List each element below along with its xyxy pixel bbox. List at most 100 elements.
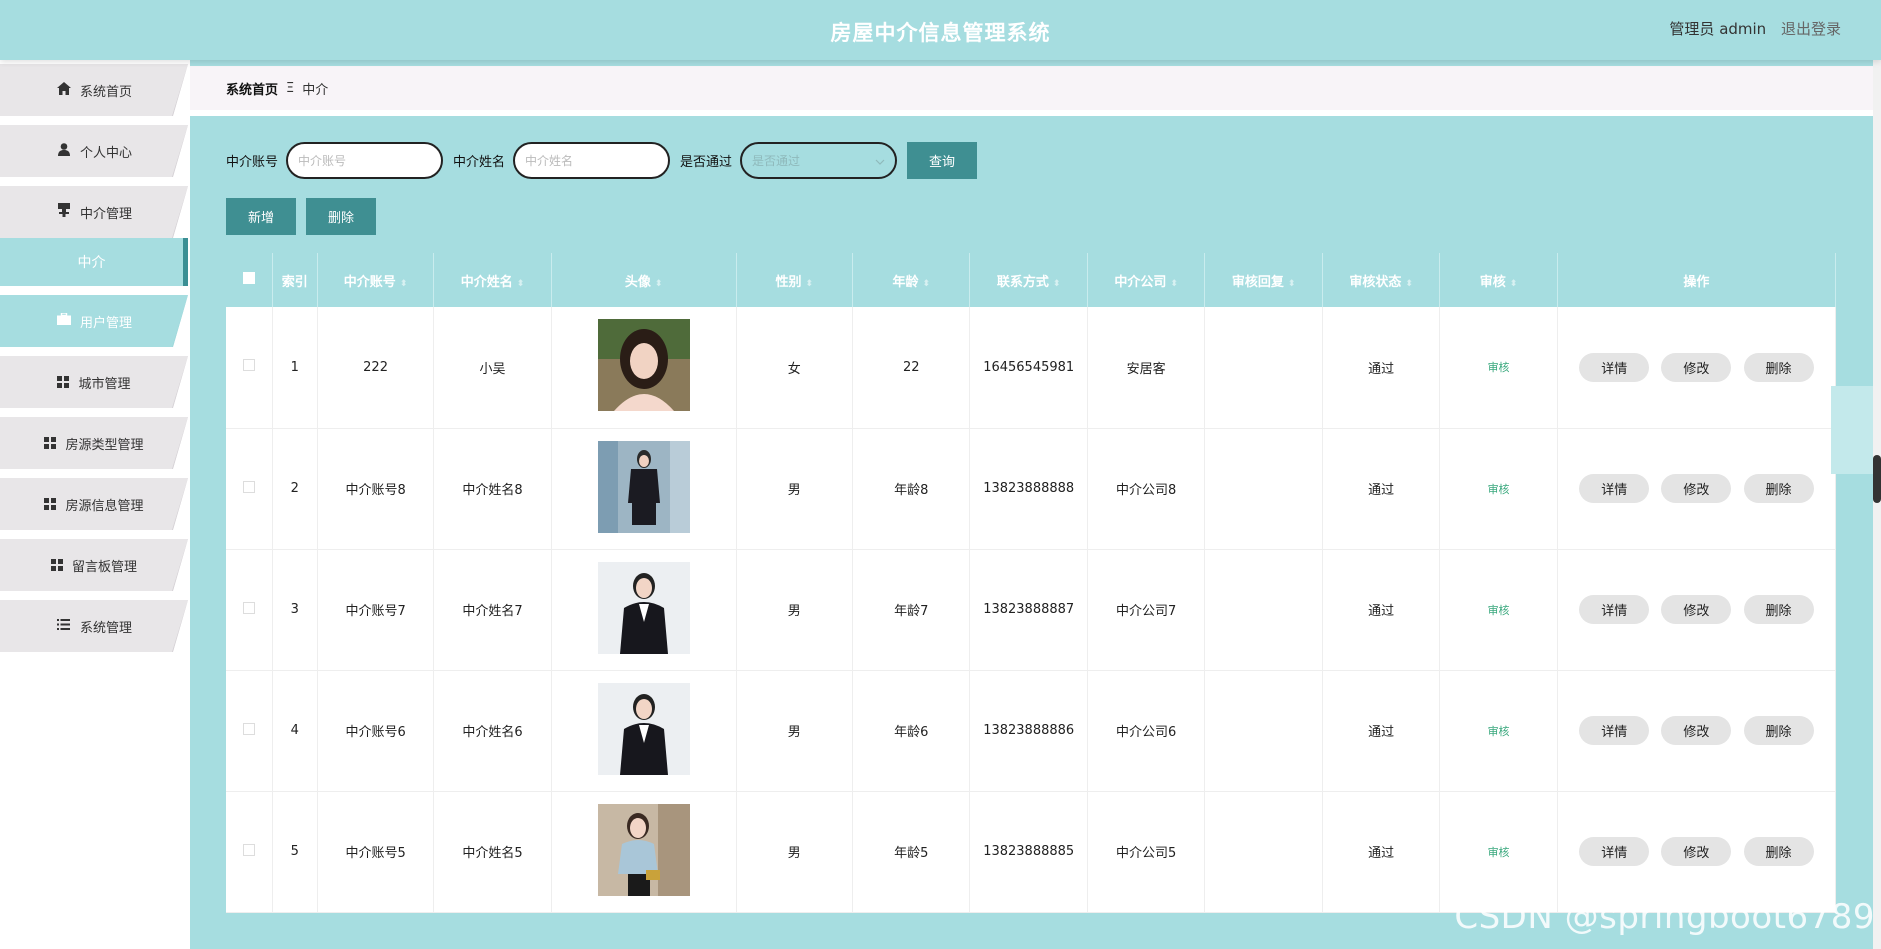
row-select-cell[interactable] bbox=[226, 549, 273, 671]
row-checkbox[interactable] bbox=[242, 601, 255, 614]
account-search-input[interactable] bbox=[286, 142, 444, 179]
row-checkbox[interactable] bbox=[242, 843, 255, 856]
select-all-checkbox[interactable] bbox=[242, 272, 255, 284]
row-checkbox[interactable] bbox=[242, 480, 255, 493]
top-header: 房屋中介信息管理系统 管理员 admin 退出登录 bbox=[0, 0, 1881, 60]
column-header[interactable]: 中介账号 ⬍ bbox=[317, 253, 435, 307]
row-select-cell[interactable] bbox=[226, 791, 273, 913]
column-header[interactable]: 审核 ⬍ bbox=[1439, 253, 1558, 307]
column-header[interactable]: 联系方式 ⬍ bbox=[969, 253, 1088, 307]
avatar bbox=[597, 682, 690, 775]
sidebar-item-agent-mgmt[interactable]: 中介管理 bbox=[0, 186, 188, 238]
index-cell: 4 bbox=[272, 670, 318, 792]
edit-button[interactable]: 修改 bbox=[1661, 595, 1732, 624]
pass-select[interactable]: 是否通过 bbox=[740, 142, 898, 179]
sort-icon[interactable]: ⬍ bbox=[655, 279, 663, 289]
row-select-cell[interactable] bbox=[226, 428, 273, 550]
select-all-cell[interactable] bbox=[226, 253, 273, 307]
sidebar-item-city-mgmt[interactable]: 城市管理 bbox=[0, 356, 188, 408]
name-cell: 中介姓名6 bbox=[433, 670, 552, 792]
sidebar-item-profile[interactable]: 个人中心 bbox=[0, 125, 188, 177]
batch-delete-button[interactable]: 删除 bbox=[306, 198, 376, 235]
column-header[interactable]: 年龄 ⬍ bbox=[852, 253, 971, 307]
detail-button[interactable]: 详情 bbox=[1579, 837, 1650, 866]
row-delete-button[interactable]: 删除 bbox=[1743, 352, 1814, 382]
action-bar: 新增 删除 bbox=[226, 198, 376, 235]
sort-icon[interactable]: ⬍ bbox=[1170, 279, 1178, 289]
row-delete-button[interactable]: 删除 bbox=[1743, 716, 1814, 745]
row-checkbox[interactable] bbox=[242, 722, 255, 735]
edit-button[interactable]: 修改 bbox=[1661, 716, 1732, 745]
column-header[interactable]: 审核状态 ⬍ bbox=[1322, 253, 1441, 307]
avatar-cell bbox=[551, 549, 737, 671]
reply-cell bbox=[1204, 549, 1323, 671]
age-cell: 年龄5 bbox=[852, 791, 971, 913]
detail-button[interactable]: 详情 bbox=[1579, 352, 1650, 382]
sidebar-item-label: 城市管理 bbox=[78, 376, 131, 392]
sort-icon[interactable]: ⬍ bbox=[1288, 279, 1296, 289]
edit-button[interactable]: 修改 bbox=[1661, 352, 1732, 382]
index-cell: 2 bbox=[272, 428, 318, 550]
index-cell: 1 bbox=[272, 307, 318, 429]
detail-button[interactable]: 详情 bbox=[1579, 716, 1650, 745]
index-cell: 3 bbox=[272, 549, 318, 671]
reply-cell bbox=[1204, 670, 1323, 792]
search-bar: 中介账号 中介姓名 是否通过 是否通过 查询 bbox=[226, 142, 978, 179]
sidebar-item-house-type-mgmt[interactable]: 房源类型管理 bbox=[0, 417, 188, 469]
review-link[interactable]: 审核 bbox=[1488, 604, 1510, 617]
sort-icon[interactable]: ⬍ bbox=[805, 279, 813, 289]
row-checkbox[interactable] bbox=[242, 359, 255, 372]
sidebar-item-house-info-mgmt[interactable]: 房源信息管理 bbox=[0, 478, 188, 530]
avatar bbox=[597, 803, 690, 896]
column-header[interactable]: 性别 ⬍ bbox=[736, 253, 853, 307]
table-row: 2 中介账号8 中介姓名8 男年龄8 13823888888 中介公司8 通过 审核 详情 修… bbox=[226, 428, 1837, 550]
query-button[interactable]: 查询 bbox=[907, 142, 978, 179]
row-delete-button[interactable]: 删除 bbox=[1743, 595, 1814, 624]
name-cell: 中介姓名7 bbox=[433, 549, 552, 671]
logout-link[interactable]: 退出登录 bbox=[1781, 20, 1841, 38]
sort-icon[interactable]: ⬍ bbox=[1053, 279, 1061, 289]
column-header[interactable]: 中介公司 ⬍ bbox=[1087, 253, 1206, 307]
review-cell: 审核 bbox=[1439, 549, 1558, 671]
account-cell: 222 bbox=[317, 307, 435, 429]
column-header[interactable]: 审核回复 ⬍ bbox=[1204, 253, 1323, 307]
sidebar-item-label: 中介管理 bbox=[79, 206, 132, 222]
review-link[interactable]: 审核 bbox=[1488, 725, 1510, 738]
sidebar-item-system-mgmt[interactable]: 系统管理 bbox=[0, 600, 188, 652]
breadcrumb-home[interactable]: 系统首页 bbox=[226, 79, 278, 98]
row-delete-button[interactable]: 删除 bbox=[1743, 837, 1814, 866]
edit-button[interactable]: 修改 bbox=[1661, 474, 1732, 503]
sidebar-item-label: 用户管理 bbox=[79, 315, 132, 331]
column-header[interactable]: 头像 ⬍ bbox=[551, 253, 737, 307]
row-delete-button[interactable]: 删除 bbox=[1743, 474, 1814, 503]
sidebar-item-label: 留言板管理 bbox=[71, 559, 137, 575]
avatar-cell bbox=[551, 670, 737, 792]
scrollbar-thumb[interactable] bbox=[1873, 455, 1881, 503]
sort-icon[interactable]: ⬍ bbox=[922, 279, 930, 289]
phone-cell: 13823888887 bbox=[969, 549, 1088, 671]
edit-button[interactable]: 修改 bbox=[1661, 837, 1732, 866]
grid-icon bbox=[50, 559, 63, 571]
sort-icon[interactable]: ⬍ bbox=[1405, 279, 1413, 289]
scrollbar[interactable] bbox=[1873, 60, 1881, 949]
detail-button[interactable]: 详情 bbox=[1579, 474, 1650, 503]
sort-icon[interactable]: ⬍ bbox=[517, 279, 525, 289]
detail-button[interactable]: 详情 bbox=[1579, 595, 1650, 624]
sort-icon[interactable]: ⬍ bbox=[400, 279, 408, 289]
row-select-cell[interactable] bbox=[226, 670, 273, 792]
review-link[interactable]: 审核 bbox=[1488, 483, 1510, 496]
sort-icon[interactable]: ⬍ bbox=[1510, 279, 1518, 289]
sidebar-item-home[interactable]: 系统首页 bbox=[0, 64, 188, 116]
sidebar-subitem-agent[interactable]: 中介 bbox=[0, 238, 188, 286]
review-link[interactable]: 审核 bbox=[1488, 846, 1510, 859]
chevron-down-icon bbox=[875, 154, 885, 168]
add-button[interactable]: 新增 bbox=[226, 198, 296, 235]
sidebar-item-user-mgmt[interactable]: 用户管理 bbox=[0, 295, 188, 347]
column-header[interactable]: 中介姓名 ⬍ bbox=[433, 253, 552, 307]
row-select-cell[interactable] bbox=[226, 307, 273, 429]
review-link[interactable]: 审核 bbox=[1488, 361, 1510, 374]
account-cell: 中介账号7 bbox=[317, 549, 435, 671]
review-cell: 审核 bbox=[1439, 791, 1558, 913]
sidebar-item-message-board-mgmt[interactable]: 留言板管理 bbox=[0, 539, 188, 591]
name-search-input[interactable] bbox=[513, 142, 671, 179]
